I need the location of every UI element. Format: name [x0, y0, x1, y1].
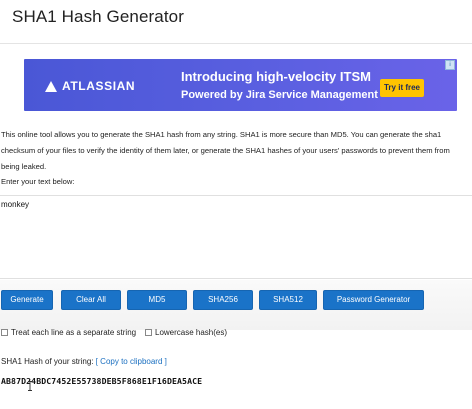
separate-lines-checkbox[interactable]: [1, 329, 8, 336]
result-heading: SHA1 Hash of your string: [ Copy to clip…: [1, 357, 167, 366]
separate-lines-option[interactable]: Treat each line as a separate string: [1, 328, 136, 337]
lowercase-label: Lowercase hash(es): [155, 328, 228, 337]
ad-try-free-button[interactable]: Try it free: [380, 79, 424, 97]
sha256-button[interactable]: SHA256: [193, 290, 253, 310]
text-cursor-icon: [28, 381, 32, 391]
atlassian-logo: ATLASSIAN: [45, 79, 135, 93]
result-label: SHA1 Hash of your string:: [1, 357, 94, 366]
separate-lines-label: Treat each line as a separate string: [11, 328, 137, 337]
clear-all-button[interactable]: Clear All: [61, 290, 121, 310]
page-title: SHA1 Hash Generator: [12, 7, 184, 26]
sha512-button[interactable]: SHA512: [259, 290, 317, 310]
tool-description: This online tool allows you to generate …: [1, 130, 450, 171]
ad-brand: ATLASSIAN: [62, 79, 136, 93]
lowercase-checkbox[interactable]: [145, 329, 152, 336]
copy-to-clipboard-link[interactable]: [ Copy to clipboard ]: [96, 357, 167, 366]
page-header: SHA1 Hash Generator: [0, 0, 472, 44]
ad-choices-icon[interactable]: i: [445, 60, 455, 70]
text-input[interactable]: monkey: [0, 195, 472, 279]
generate-button[interactable]: Generate: [1, 290, 53, 310]
atlassian-mark-icon: [45, 80, 57, 92]
md5-button[interactable]: MD5: [127, 290, 187, 310]
ad-headline: Introducing high-velocity ITSM: [181, 69, 371, 84]
input-prompt: Enter your text below:: [1, 177, 75, 186]
ad-subheadline: Powered by Jira Service Management: [181, 89, 378, 101]
password-generator-button[interactable]: Password Generator: [323, 290, 424, 310]
lowercase-option[interactable]: Lowercase hash(es): [145, 328, 227, 337]
